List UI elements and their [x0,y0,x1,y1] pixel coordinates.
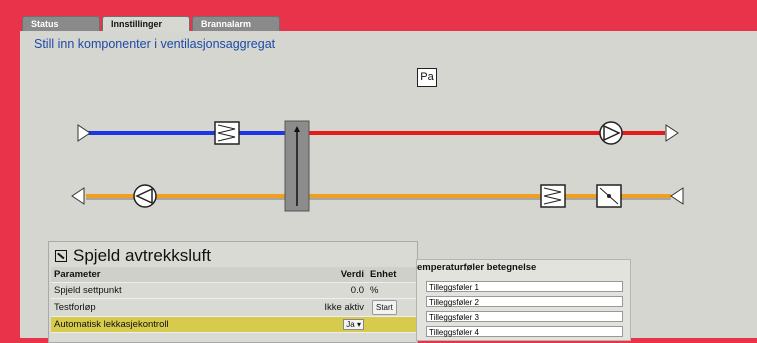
header-unit: Enhet [367,267,417,283]
damper-small-icon [55,250,67,262]
tab-status[interactable]: Status [22,16,100,32]
tab-bar: Status Innstillinger Brannalarm [22,16,280,32]
sensor-name-field-2[interactable]: Tilleggsføler 2 [426,296,623,307]
header-parameter: Parameter [51,267,319,283]
table-row: Testforløp Ikke aktiv Start [51,298,417,317]
table-row-highlighted: Automatisk lekkasjekontroll Ja ▾ [51,316,417,333]
exhaust-arrow-icon [71,187,85,205]
unit-damper-setpoint: % [367,282,417,299]
sensor-panel: emperaturføler betegnelse Tilleggsføler … [416,259,631,341]
chevron-down-icon: ▾ [356,320,361,329]
sensor-name-field-3[interactable]: Tilleggsføler 3 [426,311,623,322]
inlet-arrow-icon [77,124,91,142]
table-header-row: Parameter Verdi Enhet [51,267,417,283]
leak-control-select[interactable]: Ja ▾ [343,319,364,330]
damper-panel: Spjeld avtrekksluft Parameter Verdi Enhe… [48,241,418,343]
param-damper-setpoint: Spjeld settpunkt [51,282,319,299]
value-damper-setpoint[interactable]: 0.0 [319,282,367,299]
sensor-name-field-1[interactable]: Tilleggsføler 1 [426,281,623,292]
param-leak-control: Automatisk lekkasjekontroll [51,316,319,333]
table-row: Spjeld settpunkt 0.0 % [51,282,417,299]
start-button[interactable]: Start [372,300,397,315]
value-test-run: Ikke aktiv [319,298,367,317]
settings-panel: Still inn komponenter i ventilasjonsaggr… [20,31,757,343]
damper-title-text: Spjeld avtrekksluft [73,246,211,265]
damper-panel-title: Spjeld avtrekksluft [55,246,211,266]
sensor-panel-title: emperaturføler betegnelse [417,262,537,273]
header-value: Verdi [319,267,367,283]
damper-icon[interactable] [596,184,622,208]
tab-fire-alarm[interactable]: Brannalarm [192,16,280,32]
pressure-sensor-icon[interactable]: Pa [417,68,437,87]
tab-settings[interactable]: Innstillinger [102,16,190,32]
outlet-arrow-icon [665,124,679,142]
intake-arrow-icon [670,187,684,205]
heat-exchanger-icon[interactable] [284,120,310,212]
exhaust-fan-icon[interactable] [133,184,157,208]
filter-icon[interactable] [214,121,240,145]
param-test-run: Testforløp [51,298,319,317]
filter-icon-return[interactable] [540,184,566,208]
sensor-name-field-4[interactable]: Tilleggsføler 4 [426,326,623,337]
supply-fan-icon[interactable] [599,121,623,145]
parameter-table: Parameter Verdi Enhet Spjeld settpunkt 0… [51,267,417,333]
leak-control-select-value: Ja [346,320,355,329]
